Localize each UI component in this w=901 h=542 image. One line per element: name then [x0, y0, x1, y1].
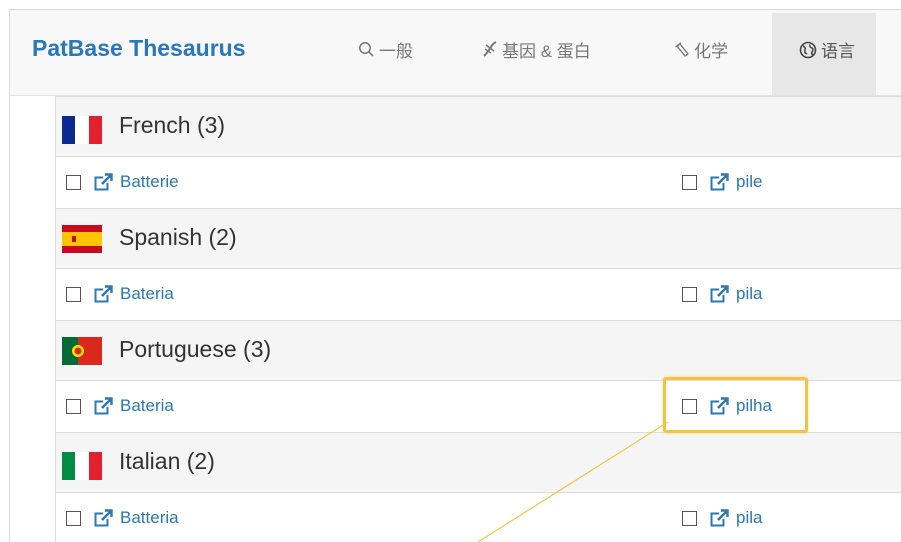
nav-tab-language-label: 语言 — [821, 42, 855, 61]
navbar: PatBase Thesaurus 一般 基因 & 蛋白 化学 语言 — [10, 10, 901, 96]
flag-france-icon — [62, 116, 102, 144]
external-link-icon[interactable] — [710, 284, 729, 304]
flag-italy-icon — [62, 452, 102, 480]
term-checkbox[interactable] — [66, 398, 81, 414]
term-checkbox[interactable] — [66, 510, 81, 526]
term-checkbox[interactable] — [66, 286, 81, 302]
language-header-french: French (3) — [56, 96, 901, 157]
term-row-french: Batterie pile — [56, 158, 901, 208]
nav-tab-language[interactable]: 语言 — [799, 37, 855, 62]
flag-spain-icon — [62, 225, 102, 253]
term-checkbox[interactable] — [682, 174, 697, 190]
language-list: French (3) Batterie pile Spanish (2) Bat… — [26, 96, 901, 542]
globe-icon — [799, 41, 817, 59]
language-title: Italian (2) — [119, 448, 215, 474]
term-link[interactable]: Bateria — [120, 396, 174, 416]
term-link[interactable]: Batteria — [120, 508, 179, 528]
search-icon — [358, 41, 375, 58]
term-row-italian: Batteria pila — [56, 494, 901, 542]
term-item: pila — [682, 508, 762, 528]
term-checkbox[interactable] — [66, 174, 81, 190]
term-checkbox[interactable] — [682, 510, 697, 526]
external-link-icon[interactable] — [710, 508, 729, 528]
highlight-box — [663, 377, 808, 433]
nav-tab-general[interactable]: 一般 — [358, 37, 413, 62]
language-title: Spanish (2) — [119, 224, 237, 250]
flag-portugal-icon — [62, 337, 102, 365]
brand-title[interactable]: PatBase Thesaurus — [32, 35, 245, 62]
term-item: pila — [682, 284, 762, 304]
nav-tab-chemistry[interactable]: 化学 — [674, 37, 728, 62]
language-header-italian: Italian (2) — [56, 432, 901, 493]
language-title: French (3) — [119, 112, 226, 138]
thesaurus-page: PatBase Thesaurus 一般 基因 & 蛋白 化学 语言 Frenc… — [0, 0, 901, 542]
term-item: Bateria — [66, 284, 174, 304]
external-link-icon[interactable] — [94, 508, 113, 528]
language-header-portuguese: Portuguese (3) — [56, 320, 901, 381]
term-row-spanish: Bateria pila — [56, 270, 901, 320]
language-header-spanish: Spanish (2) — [56, 208, 901, 269]
term-item: Batteria — [66, 508, 179, 528]
nav-tab-gene-protein[interactable]: 基因 & 蛋白 — [482, 37, 591, 62]
term-checkbox[interactable] — [682, 286, 697, 302]
nav-tab-general-label: 一般 — [379, 42, 413, 61]
term-link[interactable]: pile — [736, 172, 762, 192]
term-item: Bateria — [66, 396, 174, 416]
external-link-icon[interactable] — [94, 284, 113, 304]
external-link-icon[interactable] — [94, 172, 113, 192]
term-item: Batterie — [66, 172, 179, 192]
term-link[interactable]: Batterie — [120, 172, 179, 192]
term-link[interactable]: pila — [736, 508, 762, 528]
flask-icon — [674, 41, 690, 58]
external-link-icon[interactable] — [710, 172, 729, 192]
language-title: Portuguese (3) — [119, 336, 272, 362]
term-link[interactable]: pila — [736, 284, 762, 304]
term-item: pile — [682, 172, 762, 192]
term-link[interactable]: Bateria — [120, 284, 174, 304]
external-link-icon[interactable] — [94, 396, 113, 416]
dna-icon — [482, 41, 498, 58]
nav-tab-chemistry-label: 化学 — [694, 42, 728, 61]
nav-tab-gene-protein-label: 基因 & 蛋白 — [502, 42, 591, 61]
